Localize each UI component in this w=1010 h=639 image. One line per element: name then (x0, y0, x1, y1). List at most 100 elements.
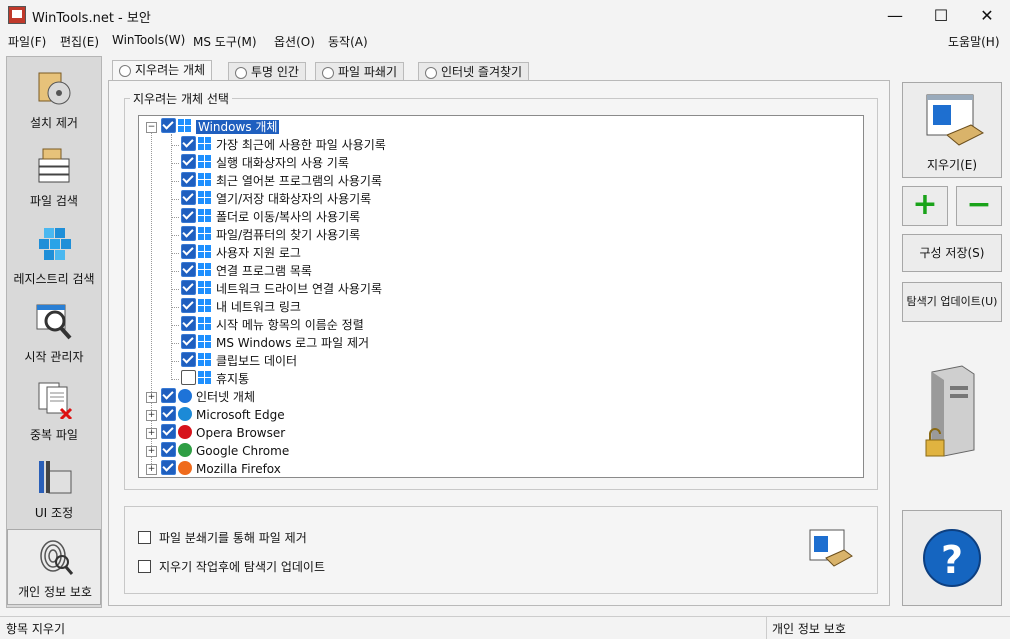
maximize-button[interactable]: ☐ (918, 0, 964, 30)
tree-node-windows-item[interactable]: 실행 대화상자의 사용 기록 (181, 154, 349, 172)
tree-collapse-toggle[interactable]: − (146, 122, 157, 133)
tree-checkbox[interactable] (161, 118, 176, 133)
tree-checkbox[interactable] (181, 172, 196, 187)
tab-invisible-man[interactable]: 투명 인간 (228, 62, 306, 81)
tree-node-browser[interactable]: 인터넷 개체 (161, 388, 255, 406)
tree-checkbox[interactable] (181, 136, 196, 151)
option-checkbox[interactable] (138, 560, 151, 573)
erase-button[interactable]: 지우기(E) (902, 82, 1002, 178)
tree-node-label: Windows 개체 (196, 120, 280, 134)
tree-node-label: 열기/저장 대화상자의 사용기록 (216, 192, 372, 206)
remove-button[interactable]: − (956, 186, 1002, 226)
tree-checkbox[interactable] (181, 280, 196, 295)
menu-options[interactable]: 옵션(O) (274, 33, 315, 50)
tree-node-windows-item[interactable]: 클립보드 데이터 (181, 352, 297, 370)
tab-internet-favorites[interactable]: 인터넷 즐겨찾기 (418, 62, 530, 81)
tree-checkbox[interactable] (181, 208, 196, 223)
tree-expand-toggle[interactable]: + (146, 410, 157, 421)
help-button[interactable]: ? (902, 510, 1002, 606)
tree-node-browser[interactable]: Mozilla Firefox (161, 460, 281, 477)
menu-file[interactable]: 파일(F) (8, 33, 46, 50)
tree-checkbox[interactable] (181, 262, 196, 277)
tree-checkbox[interactable] (161, 388, 176, 403)
tree-node-windows-item[interactable]: 폴더로 이동/복사의 사용기록 (181, 208, 360, 226)
menu-ms-tools[interactable]: MS 도구(M) (193, 33, 257, 50)
tree-node-label: 가장 최근에 사용한 파일 사용기록 (216, 138, 386, 152)
object-tree[interactable]: − Windows 개체가장 최근에 사용한 파일 사용기록실행 대화상자의 사용… (138, 115, 864, 478)
save-config-button[interactable]: 구성 저장(S) (902, 234, 1002, 272)
menu-edit[interactable]: 편집(E) (60, 33, 99, 50)
explorer-update-button[interactable]: 탐색기 업데이트(U) (902, 282, 1002, 322)
tree-checkbox[interactable] (161, 406, 176, 421)
tab-label: 인터넷 즐겨찾기 (441, 65, 523, 79)
tree-node-label: 클립보드 데이터 (216, 354, 298, 368)
close-button[interactable]: ✕ (964, 0, 1010, 30)
windows-logo-icon (198, 353, 212, 367)
sidebar-item-file-search[interactable]: 파일 검색 (7, 139, 101, 215)
menu-wintools[interactable]: WinTools(W) (112, 33, 185, 47)
tab-file-shredder[interactable]: 파일 파쇄기 (315, 62, 405, 81)
tree-node-browser[interactable]: Google Chrome (161, 442, 289, 460)
tree-expand-toggle[interactable]: + (146, 428, 157, 439)
tab-objects-to-erase[interactable]: 지우려는 개체 (112, 60, 213, 81)
sidebar-item-uninstall[interactable]: 설치 제거 (7, 61, 101, 137)
server-lock-icon (925, 365, 975, 457)
tree-node-browser[interactable]: Opera Browser (161, 424, 285, 442)
tree-node-browser[interactable]: Microsoft Edge (161, 406, 285, 424)
tree-node-label: 연결 프로그램 목록 (216, 264, 312, 278)
option-shred-files[interactable]: 파일 분쇄기를 통해 파일 제거 (138, 529, 307, 546)
tree-checkbox[interactable] (161, 442, 176, 457)
tree-checkbox[interactable] (181, 226, 196, 241)
sidebar-item-label: 설치 제거 (30, 116, 78, 130)
tree-node-windows-item[interactable]: 시작 메뉴 항목의 이름순 정렬 (181, 316, 364, 334)
tree-node-windows-item[interactable]: 내 네트워크 링크 (181, 298, 301, 316)
tree-checkbox[interactable] (181, 316, 196, 331)
windows-logo-icon (198, 335, 212, 349)
tree-checkbox[interactable] (181, 370, 196, 385)
tree-checkbox[interactable] (181, 154, 196, 169)
add-button[interactable]: + (902, 186, 948, 226)
windows-logo-icon (198, 299, 212, 313)
tree-expand-toggle[interactable]: + (146, 446, 157, 457)
tree-node-windows-item[interactable]: MS Windows 로그 파일 제거 (181, 334, 369, 352)
tree-node-label: 최근 열어본 프로그램의 사용기록 (216, 174, 383, 188)
tree-node-windows[interactable]: Windows 개체 (161, 118, 280, 136)
tree-checkbox[interactable] (181, 298, 196, 313)
option-refresh-explorer[interactable]: 지우기 작업후에 탐색기 업데이트 (138, 558, 325, 575)
sidebar-item-startup-manager[interactable]: 시작 관리자 (7, 295, 101, 371)
sidebar-item-duplicate-files[interactable]: 중복 파일 (7, 373, 101, 449)
status-bar: 항목 지우기 개인 정보 보호 (0, 616, 1010, 639)
tree-expand-toggle[interactable]: + (146, 392, 157, 403)
tree-node-label: Google Chrome (196, 444, 290, 458)
minimize-button[interactable]: — (872, 0, 918, 30)
status-left: 항목 지우기 (6, 622, 66, 636)
tree-checkbox[interactable] (181, 190, 196, 205)
tree-node-windows-item[interactable]: 최근 열어본 프로그램의 사용기록 (181, 172, 382, 190)
tree-node-windows-item[interactable]: 가장 최근에 사용한 파일 사용기록 (181, 136, 386, 154)
eraser-window-icon (809, 529, 853, 567)
windows-logo-icon (198, 173, 212, 187)
windows-logo-icon (198, 191, 212, 205)
tree-expand-toggle[interactable]: + (146, 464, 157, 475)
tree-node-windows-item[interactable]: 연결 프로그램 목록 (181, 262, 312, 280)
tree-checkbox[interactable] (181, 334, 196, 349)
option-checkbox[interactable] (138, 531, 151, 544)
menu-action[interactable]: 동작(A) (328, 33, 368, 50)
tree-node-windows-item[interactable]: 열기/저장 대화상자의 사용기록 (181, 190, 371, 208)
tree-node-windows-item[interactable]: 파일/컴퓨터의 찾기 사용기록 (181, 226, 360, 244)
sidebar-item-registry-search[interactable]: 레지스트리 검색 (7, 217, 101, 293)
tree-checkbox[interactable] (161, 424, 176, 439)
menu-help[interactable]: 도움말(H) (948, 33, 1000, 50)
tools-icon (39, 461, 72, 494)
tree-connector (171, 379, 179, 380)
sidebar-item-privacy[interactable]: 개인 정보 보호 (7, 529, 101, 605)
tree-checkbox[interactable] (181, 352, 196, 367)
tree-connector (151, 132, 152, 472)
sidebar-item-ui-tweak[interactable]: UI 조정 (7, 451, 101, 527)
tree-node-windows-item[interactable]: 휴지통 (181, 370, 249, 388)
tree-checkbox[interactable] (181, 244, 196, 259)
tree-node-windows-item[interactable]: 네트워크 드라이브 연결 사용기록 (181, 280, 382, 298)
tree-node-label: 내 네트워크 링크 (216, 300, 301, 314)
tree-node-windows-item[interactable]: 사용자 지원 로그 (181, 244, 301, 262)
tree-checkbox[interactable] (161, 460, 176, 475)
